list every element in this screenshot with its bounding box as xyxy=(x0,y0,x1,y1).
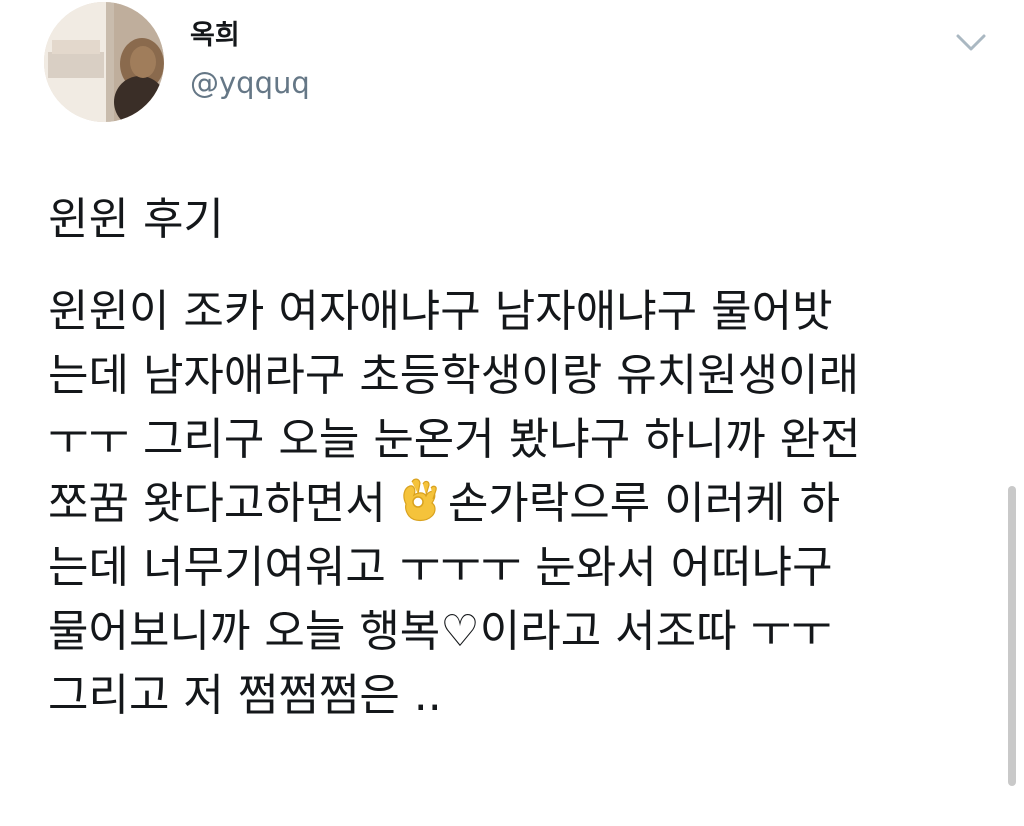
author-display-name[interactable]: 옥희 xyxy=(190,20,240,52)
author-handle[interactable]: @yqquq xyxy=(190,66,310,100)
tweet-line: 윈윈이 조카 여자애냐구 남자애냐구 물어밧 xyxy=(48,286,833,337)
tweet-line-part: 손가락으루 이러케 하 xyxy=(447,478,841,529)
tweet-line-with-emoji: 쪼꿈 왓다고하면서 손가락으루 이러케 하 xyxy=(48,472,988,536)
tweet-line: ㅜㅜ 그리구 오늘 눈온거 봤냐구 하니까 완전 xyxy=(48,414,861,465)
tweet: 옥희 @yqquq 윈윈 후기 윈윈이 조카 여자애냐구 남자애냐구 물어밧 는… xyxy=(0,0,1024,826)
tweet-line: 물어보니까 오늘 행복♡이라고 서조따 ㅜㅜ xyxy=(48,606,832,657)
tweet-text: 윈윈 후기 윈윈이 조카 여자애냐구 남자애냐구 물어밧 는데 남자애라구 초등… xyxy=(48,188,988,728)
avatar[interactable] xyxy=(44,2,164,122)
tweet-line: 는데 너무기여워고 ㅜㅜㅜ 눈와서 어떠냐구 xyxy=(48,542,833,593)
ok-hand-emoji-icon xyxy=(403,478,437,522)
tweet-line-part: 쪼꿈 왓다고하면서 xyxy=(48,478,386,529)
avatar-photo xyxy=(44,2,164,122)
tweet-line: 그리고 저 쩜쩜쩜은 .. xyxy=(48,670,442,721)
tweet-line: 는데 남자애라구 초등학생이랑 유치원생이래 xyxy=(48,350,860,401)
chevron-down-icon[interactable] xyxy=(954,30,988,54)
tweet-title-line: 윈윈 후기 xyxy=(48,194,224,245)
scrollbar[interactable] xyxy=(1008,486,1016,786)
